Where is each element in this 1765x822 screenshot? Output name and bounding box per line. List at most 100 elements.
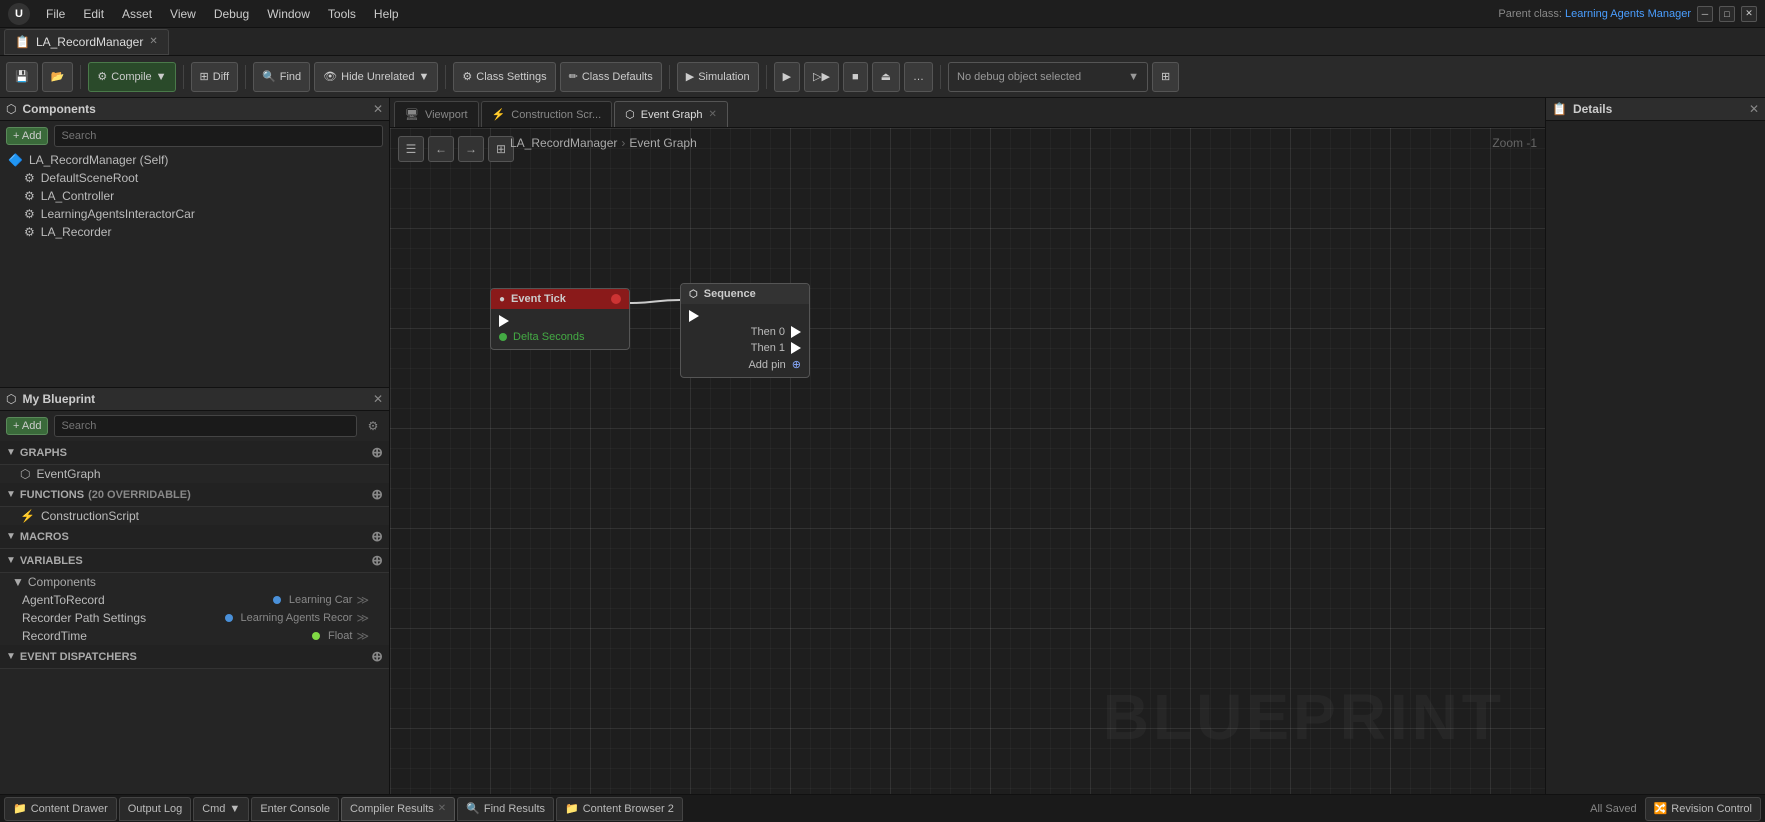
menu-view[interactable]: View [162, 5, 204, 23]
sequence-addpin[interactable]: Add pin ⊕ [681, 356, 809, 373]
details-icon: 📋 [1552, 102, 1567, 116]
menu-debug[interactable]: Debug [206, 5, 257, 23]
macros-section-header[interactable]: ▼ MACROS ⊕ [0, 525, 389, 549]
graphs-section-header[interactable]: ▼ GRAPHS ⊕ [0, 441, 389, 465]
variables-add-icon[interactable]: ⊕ [371, 552, 383, 569]
eject-button[interactable]: ⏏ [872, 62, 900, 92]
var-item-recorder-path-settings[interactable]: Recorder Path Settings Learning Agents R… [0, 609, 389, 627]
left-panel: ⬡ Components ✕ + Add 🔷 LA_RecordManager … [0, 98, 390, 794]
eventgraph-icon: ⬡ [20, 467, 30, 481]
ue-logo[interactable]: U [8, 3, 30, 25]
enter-console-tab[interactable]: Enter Console [251, 797, 339, 821]
event-graph-close[interactable]: ✕ [709, 109, 717, 120]
details-close[interactable]: ✕ [1749, 102, 1759, 116]
browse-button[interactable]: 📂 [42, 62, 74, 92]
parent-class-link[interactable]: Learning Agents Manager [1565, 8, 1691, 20]
var-item-agenttorecord[interactable]: AgentToRecord Learning Car ≫ [0, 591, 389, 609]
menu-asset[interactable]: Asset [114, 5, 160, 23]
bp-item-constructionscript[interactable]: ⚡ ConstructionScript [0, 507, 389, 525]
macros-add-icon[interactable]: ⊕ [371, 528, 383, 545]
compiler-results-close[interactable]: ✕ [438, 803, 446, 814]
var-item-recordtime[interactable]: RecordTime Float ≫ [0, 627, 389, 645]
my-blueprint-gear-button[interactable]: ⚙ [363, 416, 383, 436]
doc-tab-icon: 📋 [15, 35, 30, 49]
debug-label: No debug object selected [957, 71, 1081, 83]
tab-event-graph[interactable]: ⬡ Event Graph ✕ [614, 101, 728, 127]
graph-back-button[interactable]: ← [428, 136, 454, 162]
recordtime-type: Float [328, 630, 352, 642]
menu-window[interactable]: Window [259, 5, 318, 23]
event-tick-close[interactable] [611, 294, 621, 304]
diff-button[interactable]: ⊞ Diff [191, 62, 239, 92]
find-results-tab[interactable]: 🔍 Find Results [457, 797, 554, 821]
event-dispatchers-add-icon[interactable]: ⊕ [371, 648, 383, 665]
graph-area[interactable]: ☰ ← → ⊞ LA_RecordManager › Event Graph Z… [390, 128, 1545, 794]
debug-object-select[interactable]: No debug object selected ▼ [948, 62, 1148, 92]
simulation-button[interactable]: ▶ Simulation [677, 62, 759, 92]
graph-forward-button[interactable]: → [458, 136, 484, 162]
find-button[interactable]: 🔍 Find [253, 62, 310, 92]
menu-file[interactable]: File [38, 5, 73, 23]
debug-extra-button[interactable]: ⊞ [1152, 62, 1179, 92]
hide-unrelated-button[interactable]: 👁 Hide Unrelated ▼ [314, 62, 438, 92]
close-button[interactable]: ✕ [1741, 6, 1757, 22]
doc-tab-la-recordmanager[interactable]: 📋 LA_RecordManager ✕ [4, 29, 169, 55]
compile-button[interactable]: ⚙ Compile ▼ [88, 62, 175, 92]
menu-help[interactable]: Help [366, 5, 407, 23]
content-drawer-button[interactable]: 📁 Content Drawer [4, 797, 117, 821]
class-settings-label: Class Settings [476, 71, 546, 83]
component-item-4[interactable]: ⚙ LA_Recorder [0, 223, 389, 241]
graph-tab-bar: 🖥 Viewport ⚡ Construction Scr... ⬡ Event… [390, 98, 1545, 128]
my-blueprint-close[interactable]: ✕ [373, 392, 383, 406]
components-tree: 🔷 LA_RecordManager (Self) ⚙ DefaultScene… [0, 151, 389, 241]
sequence-node[interactable]: ⬡ Sequence Then 0 Then 1 [680, 283, 810, 378]
breadcrumb-root[interactable]: LA_RecordManager [510, 136, 617, 150]
bp-item-eventgraph[interactable]: ⬡ EventGraph [0, 465, 389, 483]
event-dispatchers-section-header[interactable]: ▼ EVENT DISPATCHERS ⊕ [0, 645, 389, 669]
tab-viewport[interactable]: 🖥 Viewport [394, 101, 479, 127]
my-blueprint-search-input[interactable] [54, 415, 357, 437]
components-panel-title: Components [22, 102, 95, 116]
play-button[interactable]: ▶ [774, 62, 800, 92]
output-log-tab[interactable]: Output Log [119, 797, 191, 821]
component-item-1[interactable]: ⚙ DefaultSceneRoot [0, 169, 389, 187]
maximize-button[interactable]: □ [1719, 6, 1735, 22]
hide-dropdown-icon[interactable]: ▼ [419, 71, 430, 83]
functions-section-header[interactable]: ▼ FUNCTIONS (20 OVERRIDABLE) ⊕ [0, 483, 389, 507]
doc-tab-close[interactable]: ✕ [149, 36, 157, 47]
components-panel-close[interactable]: ✕ [373, 102, 383, 116]
my-blueprint-add-button[interactable]: + Add [6, 417, 48, 435]
component-item-2[interactable]: ⚙ LA_Controller [0, 187, 389, 205]
resume-button[interactable]: ▷▶ [804, 62, 839, 92]
component-item-0[interactable]: 🔷 LA_RecordManager (Self) [0, 151, 389, 169]
components-search-input[interactable] [54, 125, 383, 147]
details-panel: 📋 Details ✕ [1545, 98, 1765, 794]
class-settings-button[interactable]: ⚙ Class Settings [453, 62, 555, 92]
components-add-button[interactable]: + Add [6, 127, 48, 145]
component-item-3[interactable]: ⚙ LearningAgentsInteractorCar [0, 205, 389, 223]
revision-control-button[interactable]: 🔀 Revision Control [1645, 797, 1761, 821]
functions-add-icon[interactable]: ⊕ [371, 486, 383, 503]
compiler-results-tab[interactable]: Compiler Results ✕ [341, 797, 455, 821]
content-browser-2-tab[interactable]: 📁 Content Browser 2 [556, 797, 683, 821]
extra-play-options[interactable]: … [904, 62, 933, 92]
compile-dropdown-icon[interactable]: ▼ [156, 71, 167, 83]
variables-section-header[interactable]: ▼ VARIABLES ⊕ [0, 549, 389, 573]
graphs-add-icon[interactable]: ⊕ [371, 444, 383, 461]
revision-control-label: Revision Control [1671, 803, 1752, 815]
tab-construction-script[interactable]: ⚡ Construction Scr... [481, 101, 613, 127]
delta-seconds-label: Delta Seconds [513, 331, 585, 343]
save-button[interactable]: 💾 [6, 62, 38, 92]
minimize-button[interactable]: ─ [1697, 6, 1713, 22]
graph-menu-button[interactable]: ☰ [398, 136, 424, 162]
menu-tools[interactable]: Tools [320, 5, 364, 23]
cmd-tab[interactable]: Cmd ▼ [193, 797, 249, 821]
enter-console-label: Enter Console [260, 803, 330, 815]
stop-button[interactable]: ■ [843, 62, 868, 92]
event-tick-node[interactable]: ● Event Tick Delta Seconds [490, 288, 630, 350]
menu-edit[interactable]: Edit [75, 5, 112, 23]
construction-icon: ⚡ [492, 108, 506, 121]
recorder-path-arrow: ≫ [356, 611, 369, 625]
class-defaults-button[interactable]: ✏ Class Defaults [560, 62, 662, 92]
components-subsection-header[interactable]: ▼ Components [0, 573, 389, 591]
